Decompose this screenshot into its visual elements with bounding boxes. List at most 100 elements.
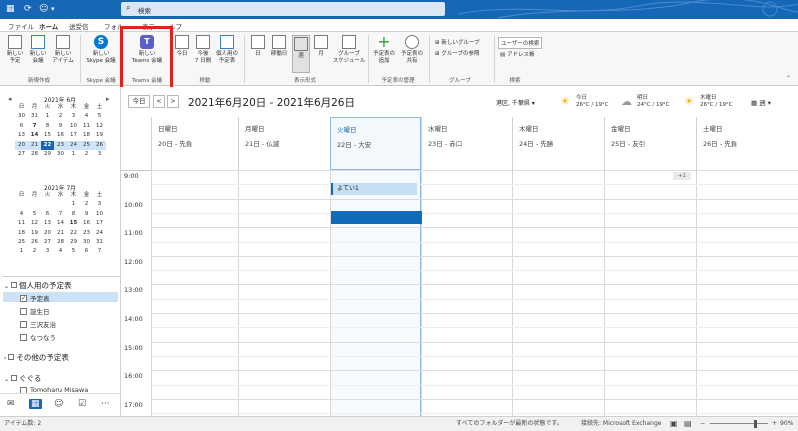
mini-calendar-day[interactable]: 28	[28, 150, 41, 159]
mini-calendar-day[interactable]: 10	[67, 122, 80, 131]
mini-calendar-day[interactable]: 3	[41, 247, 54, 256]
people-nav-icon[interactable]: ☺	[54, 399, 63, 409]
zoom-slider[interactable]	[710, 423, 768, 424]
zoom-thumb[interactable]	[754, 420, 757, 428]
mini-calendar-day[interactable]: 2	[54, 112, 67, 121]
browse-groups-button[interactable]: ⊞ グループの参照	[435, 49, 480, 57]
mini-calendar-day[interactable]: 6	[80, 247, 93, 256]
mini-calendar-day[interactable]: 24	[93, 229, 106, 238]
next-7-days-button[interactable]: 今後 7 日間	[192, 35, 214, 64]
new-group-button[interactable]: ⊞ 新しいグループ	[435, 38, 480, 46]
mini-calendar-day[interactable]: 24	[67, 140, 80, 150]
mini-calendar-day[interactable]: 13	[15, 131, 28, 140]
checkbox-icon[interactable]	[20, 320, 27, 328]
weather-location[interactable]: 港区, 千葉県 ▾	[496, 98, 535, 107]
mini-calendar-day[interactable]: 23	[80, 229, 93, 238]
group-checkbox[interactable]	[11, 375, 18, 381]
mini-calendar-day[interactable]: 15	[67, 219, 80, 228]
mini-calendar-day[interactable]: 23	[54, 140, 67, 150]
mini-calendar-day[interactable]: 27	[41, 238, 54, 247]
share-calendar-button[interactable]: 予定表の 共有	[399, 35, 425, 64]
schedule-view-button[interactable]: グループ スケジュール	[332, 35, 366, 64]
day-column-header[interactable]: 水曜日 23日 - 赤口	[421, 117, 512, 170]
mini-calendar-day[interactable]: 2	[80, 150, 93, 159]
add-calendar-button[interactable]: + 予定表の 追加	[371, 34, 397, 64]
prev-week-button[interactable]: <	[153, 95, 165, 108]
day-column-header[interactable]: 日曜日 20日 - 先負	[151, 117, 238, 170]
mini-calendar-day[interactable]: 30	[80, 238, 93, 247]
tab-file[interactable]: ファイル	[8, 21, 34, 31]
day-view-button[interactable]: 日	[250, 35, 266, 58]
mini-calendar-day[interactable]: 11	[15, 219, 28, 228]
search-box[interactable]: ⌕ 検索	[121, 2, 445, 16]
mini-calendar-day[interactable]: 1	[67, 150, 80, 159]
calendar-group-guguru[interactable]: ⌄ ぐぐる	[4, 373, 41, 384]
group-checkbox[interactable]	[11, 282, 18, 288]
mini-calendar-day[interactable]: 9	[54, 122, 67, 131]
calendar-group-personal[interactable]: ⌄ 個人用の予定表	[4, 280, 72, 291]
calendar-item-user[interactable]: 三沢友治	[20, 319, 56, 329]
mini-calendar-day[interactable]: 12	[28, 219, 41, 228]
mini-calendar-day[interactable]: 6	[15, 122, 28, 131]
day-column-header[interactable]: 木曜日 24日 - 先勝	[512, 117, 604, 170]
mini-calendar-day[interactable]: 3	[93, 200, 106, 209]
mini-calendar-day[interactable]: 5	[67, 247, 80, 256]
mini-calendar-prev-icon[interactable]: ◂	[8, 95, 12, 103]
mini-calendar-day[interactable]: 9	[80, 210, 93, 219]
mini-calendar-day[interactable]: 30	[54, 150, 67, 159]
mini-calendar-day[interactable]: 2	[80, 200, 93, 209]
mini-calendar-day[interactable]: 14	[28, 131, 41, 140]
mini-calendar-day[interactable]: 2	[28, 247, 41, 256]
new-items-button[interactable]: 新しい アイテム	[50, 35, 76, 64]
mini-calendar-day[interactable]: 19	[93, 131, 106, 140]
user-search-box[interactable]: ユーザーの検索	[498, 37, 543, 49]
mini-calendar-day[interactable]: 8	[41, 122, 54, 131]
address-book-button[interactable]: ▤ アドレス帳	[500, 50, 534, 58]
day-column-header[interactable]: 土曜日 26日 - 先負	[696, 117, 798, 170]
mini-calendar-day[interactable]: 5	[28, 210, 41, 219]
sync-icon[interactable]: ⟳	[24, 4, 32, 15]
people-icon[interactable]: ☺	[39, 4, 48, 15]
mini-calendar-day[interactable]: 6	[41, 210, 54, 219]
new-skype-meeting-button[interactable]: S 新しい Skype 会議	[84, 35, 118, 64]
mini-calendar-day[interactable]: 8	[67, 210, 80, 219]
customize-qa-icon[interactable]: ▾	[51, 4, 55, 15]
collapse-ribbon-icon[interactable]: ⌃	[786, 75, 791, 82]
tasks-nav-icon[interactable]: ☑	[78, 399, 86, 409]
mini-calendar-day[interactable]: 26	[28, 238, 41, 247]
normal-view-icon[interactable]: ▣	[670, 417, 678, 431]
mini-calendar-day[interactable]: 21	[28, 140, 41, 150]
mini-calendar-day[interactable]: 19	[28, 229, 41, 238]
mini-calendar-day[interactable]: 12	[93, 122, 106, 131]
week-view-button[interactable]: 週	[292, 35, 310, 73]
tab-send-receive[interactable]: 送受信	[69, 21, 89, 31]
calendar-nav-icon[interactable]: ▦	[29, 399, 42, 409]
mini-calendar-day[interactable]: 4	[54, 247, 67, 256]
mini-calendar-day[interactable]: 16	[80, 219, 93, 228]
mini-calendar-day[interactable]: 21	[54, 229, 67, 238]
calendar-item-birthday[interactable]: 誕生日	[20, 306, 50, 316]
calendar-event[interactable]: よてい1	[331, 183, 417, 195]
mini-calendar-day[interactable]: 13	[41, 219, 54, 228]
mini-calendar-day[interactable]: 26	[93, 140, 106, 150]
mini-calendar-day[interactable]: 29	[67, 238, 80, 247]
day-column-header[interactable]: 月曜日 21日 - 仏滅	[238, 117, 330, 170]
checkbox-icon[interactable]	[20, 307, 27, 315]
mini-calendar-day[interactable]: 1	[41, 112, 54, 121]
day-column-header[interactable]: 火曜日 22日 - 大安	[330, 117, 421, 170]
mini-calendar-day[interactable]: 4	[15, 210, 28, 219]
mini-calendar-day[interactable]: 16	[54, 131, 67, 140]
mini-calendar-day[interactable]: 7	[54, 210, 67, 219]
checkbox-checked-icon[interactable]: ✓	[20, 294, 27, 302]
checkbox-icon[interactable]	[20, 333, 27, 341]
month-view-button[interactable]: 月	[313, 35, 329, 58]
mini-calendar-day[interactable]: 7	[93, 247, 106, 256]
mini-calendar-day[interactable]: 4	[80, 112, 93, 121]
new-meeting-button[interactable]: 新しい 会議	[27, 35, 49, 64]
mini-calendar-day[interactable]: 29	[41, 150, 54, 159]
mini-calendar-day[interactable]: 25	[15, 238, 28, 247]
mini-calendar-day[interactable]: 22	[67, 229, 80, 238]
mini-calendar-day[interactable]: 20	[41, 229, 54, 238]
zoom-in-icon[interactable]: +	[772, 417, 777, 431]
mini-calendar-day[interactable]: 3	[93, 150, 106, 159]
